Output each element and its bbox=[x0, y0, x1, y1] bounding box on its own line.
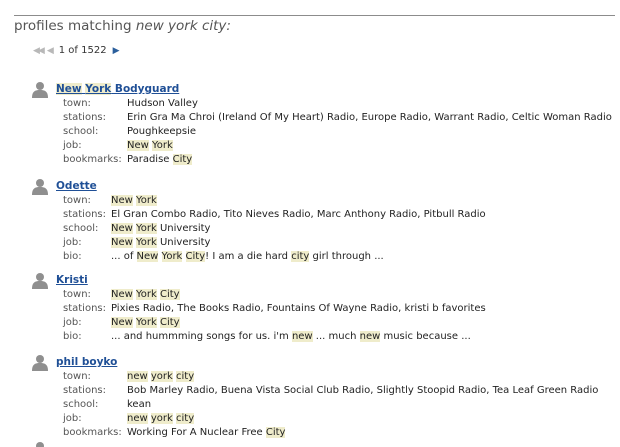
field-value: Poughkeepsie bbox=[127, 126, 197, 137]
field-value: New York bbox=[111, 195, 157, 206]
field-value: new york city bbox=[127, 413, 195, 424]
field-label: stations: bbox=[63, 209, 106, 220]
profile-name-link[interactable]: Kristi bbox=[56, 274, 88, 286]
field-label: school: bbox=[63, 223, 99, 234]
field-value: Working For A Nuclear Free City bbox=[127, 427, 286, 438]
field-value: New York University bbox=[111, 237, 211, 248]
field-label: school: bbox=[63, 126, 99, 137]
field-value: New York bbox=[127, 140, 173, 151]
field-label: stations: bbox=[63, 112, 106, 123]
field-value: New York City bbox=[111, 317, 180, 328]
prev-page-icon[interactable]: ◀ bbox=[47, 46, 54, 56]
person-silhouette-icon bbox=[32, 82, 48, 98]
field-label: town: bbox=[63, 371, 91, 382]
field-value: Pixies Radio, The Books Radio, Fountains… bbox=[111, 303, 486, 314]
field-label: job: bbox=[63, 413, 82, 424]
page-count: 1 of 1522 bbox=[58, 45, 107, 56]
field-value: El Gran Combo Radio, Tito Nieves Radio, … bbox=[111, 209, 486, 220]
field-label: bio: bbox=[63, 331, 82, 342]
field-value: kean bbox=[127, 399, 152, 410]
field-label: stations: bbox=[63, 385, 106, 396]
person-silhouette-icon bbox=[36, 442, 44, 447]
pagination: ◀◀ ◀ 1 of 1522 ▶ bbox=[33, 45, 120, 56]
first-page-icon[interactable]: ◀◀ bbox=[33, 46, 45, 56]
field-label: school: bbox=[63, 399, 99, 410]
field-value: ... and hummming songs for us. i'm new .… bbox=[111, 331, 471, 342]
results-heading: profiles matching new york city: bbox=[14, 18, 231, 34]
top-divider bbox=[14, 15, 615, 16]
profile-name-link[interactable]: phil boyko bbox=[56, 356, 117, 368]
person-silhouette-icon bbox=[32, 179, 48, 195]
field-label: stations: bbox=[63, 303, 106, 314]
field-label: bookmarks: bbox=[63, 427, 122, 438]
field-value: ... of New York City! I am a die hard ci… bbox=[111, 251, 384, 262]
field-value: New York University bbox=[111, 223, 211, 234]
next-page-icon[interactable]: ▶ bbox=[113, 46, 120, 56]
field-label: job: bbox=[63, 317, 82, 328]
person-silhouette-icon bbox=[32, 355, 48, 371]
field-value: Erin Gra Ma Chroi (Ireland Of My Heart) … bbox=[127, 112, 612, 123]
field-value: Hudson Valley bbox=[127, 98, 198, 109]
field-label: job: bbox=[63, 237, 82, 248]
field-value: Paradise City bbox=[127, 154, 193, 165]
heading-prefix: profiles matching bbox=[14, 18, 136, 34]
field-label: job: bbox=[63, 140, 82, 151]
person-silhouette-icon bbox=[32, 273, 48, 289]
heading-query: new york city: bbox=[135, 18, 231, 34]
field-label: bookmarks: bbox=[63, 154, 122, 165]
profile-name-link[interactable]: New York Bodyguard bbox=[56, 83, 179, 95]
profile-name-link[interactable]: Odette bbox=[56, 180, 97, 192]
field-value: Bob Marley Radio, Buena Vista Social Clu… bbox=[127, 385, 599, 396]
field-label: town: bbox=[63, 289, 91, 300]
field-label: town: bbox=[63, 98, 91, 109]
field-value: new york city bbox=[127, 371, 195, 382]
field-value: New York City bbox=[111, 289, 180, 300]
field-label: town: bbox=[63, 195, 91, 206]
field-label: bio: bbox=[63, 251, 82, 262]
